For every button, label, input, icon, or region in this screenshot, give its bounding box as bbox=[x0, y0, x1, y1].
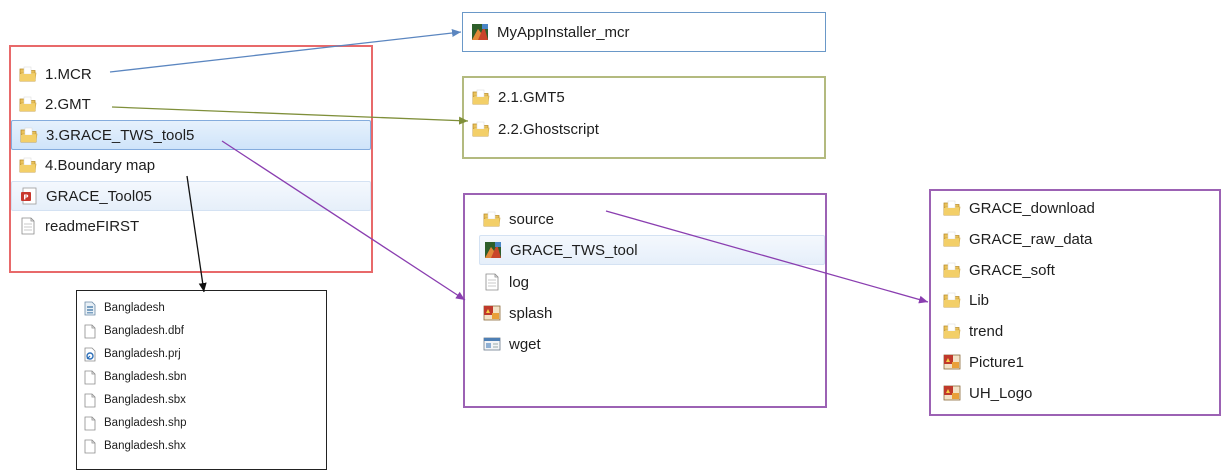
item-label: Bangladesh bbox=[104, 302, 165, 314]
matlab-app-icon bbox=[484, 241, 502, 259]
file-item-bangladesh-dbf[interactable]: Bangladesh.dbf bbox=[77, 319, 326, 343]
item-label: GRACE_soft bbox=[969, 261, 1055, 279]
item-label: trend bbox=[969, 322, 1004, 340]
folder-item-ghostscript[interactable]: 2.2.Ghostscript bbox=[464, 115, 824, 143]
file-item-picture1[interactable]: Picture1 bbox=[931, 348, 1219, 376]
folder-item-lib[interactable]: Lib bbox=[931, 286, 1219, 314]
file-item-bangladesh-shx[interactable]: Bangladesh.shx bbox=[77, 434, 326, 458]
file-item-bangladesh[interactable]: Bangladesh bbox=[77, 296, 326, 320]
pdf-icon: P bbox=[20, 187, 38, 205]
folder-icon bbox=[943, 199, 961, 217]
file-item-splash[interactable]: splash bbox=[465, 299, 825, 327]
source-folder-panel: GRACE_download GRACE_raw_data GRACE_soft… bbox=[929, 189, 1221, 416]
item-label: Bangladesh.dbf bbox=[104, 325, 184, 337]
item-label: UH_Logo bbox=[969, 384, 1033, 402]
item-label: Lib bbox=[969, 291, 990, 309]
folder-item-gmt5[interactable]: 2.1.GMT5 bbox=[464, 83, 824, 111]
item-label: MyAppInstaller_mcr bbox=[497, 23, 630, 41]
matlab-app-icon bbox=[471, 23, 489, 41]
file-item-grace-tws-tool[interactable]: GRACE_TWS_tool bbox=[479, 235, 825, 265]
prj-file-icon bbox=[83, 347, 97, 362]
item-label: log bbox=[509, 273, 530, 291]
folder-icon bbox=[483, 210, 501, 228]
folder-icon bbox=[20, 126, 38, 144]
item-label: Bangladesh.shp bbox=[104, 417, 187, 429]
image-icon bbox=[943, 384, 961, 402]
application-icon bbox=[483, 335, 501, 353]
file-item-bangladesh-sbn[interactable]: Bangladesh.sbn bbox=[77, 365, 326, 389]
text-file-icon bbox=[483, 273, 501, 291]
item-label: source bbox=[509, 210, 555, 228]
folder-icon bbox=[472, 120, 490, 138]
mcr-folder-panel: MyAppInstaller_mcr bbox=[462, 12, 826, 52]
file-item-log[interactable]: log bbox=[465, 268, 825, 296]
file-item-readme-first[interactable]: readmeFIRST bbox=[11, 212, 371, 240]
folder-item-gmt[interactable]: 2.GMT bbox=[11, 90, 371, 118]
item-label: 4.Boundary map bbox=[45, 156, 156, 174]
item-label: splash bbox=[509, 304, 553, 322]
item-label: Picture1 bbox=[969, 353, 1025, 371]
item-label: GRACE_raw_data bbox=[969, 230, 1093, 248]
blank-file-icon bbox=[83, 416, 97, 431]
item-label: 2.GMT bbox=[45, 95, 91, 113]
folder-icon bbox=[943, 291, 961, 309]
folder-icon bbox=[19, 65, 37, 83]
blank-file-icon bbox=[83, 439, 97, 454]
item-label: wget bbox=[509, 335, 541, 353]
folder-item-trend[interactable]: trend bbox=[931, 317, 1219, 345]
folder-icon bbox=[19, 156, 37, 174]
folder-icon bbox=[19, 95, 37, 113]
item-label: Bangladesh.sbn bbox=[104, 371, 187, 383]
blank-file-icon bbox=[83, 324, 97, 339]
blank-file-icon bbox=[83, 370, 97, 385]
svg-text:P: P bbox=[23, 194, 28, 202]
item-label: 3.GRACE_TWS_tool5 bbox=[46, 126, 195, 144]
folder-icon bbox=[472, 88, 490, 106]
item-label: 2.1.GMT5 bbox=[498, 88, 565, 106]
folder-item-source[interactable]: source bbox=[465, 205, 825, 233]
item-label: Bangladesh.sbx bbox=[104, 394, 186, 406]
text-file-icon bbox=[19, 217, 37, 235]
folder-icon bbox=[943, 261, 961, 279]
item-label: GRACE_TWS_tool bbox=[510, 241, 638, 259]
file-item-grace-tool05[interactable]: P GRACE_Tool05 bbox=[11, 181, 371, 211]
item-label: 2.2.Ghostscript bbox=[498, 120, 599, 138]
folder-item-grace-soft[interactable]: GRACE_soft bbox=[931, 256, 1219, 284]
main-folder-panel: 1.MCR 2.GMT 3.GRACE_TWS_tool5 4.Boundary… bbox=[9, 45, 373, 273]
folder-item-mcr[interactable]: 1.MCR bbox=[11, 60, 371, 88]
shapefile-icon bbox=[83, 301, 97, 316]
file-item-bangladesh-sbx[interactable]: Bangladesh.sbx bbox=[77, 388, 326, 412]
folder-item-boundary-map[interactable]: 4.Boundary map bbox=[11, 151, 371, 179]
folder-item-grace-download[interactable]: GRACE_download bbox=[931, 194, 1219, 222]
file-item-wget[interactable]: wget bbox=[465, 330, 825, 358]
file-item-bangladesh-prj[interactable]: Bangladesh.prj bbox=[77, 342, 326, 366]
image-icon bbox=[943, 353, 961, 371]
image-icon bbox=[483, 304, 501, 322]
tool-folder-panel: source GRACE_TWS_tool log splash wget bbox=[463, 193, 827, 408]
boundary-folder-panel: Bangladesh Bangladesh.dbf Bangladesh.prj… bbox=[76, 290, 327, 470]
item-label: readmeFIRST bbox=[45, 217, 140, 235]
file-item-uh-logo[interactable]: UH_Logo bbox=[931, 379, 1219, 407]
item-label: Bangladesh.prj bbox=[104, 348, 181, 360]
item-label: 1.MCR bbox=[45, 65, 92, 83]
gmt-folder-panel: 2.1.GMT5 2.2.Ghostscript bbox=[462, 76, 826, 159]
folder-item-grace-raw-data[interactable]: GRACE_raw_data bbox=[931, 225, 1219, 253]
blank-file-icon bbox=[83, 393, 97, 408]
file-item-myappinstaller-mcr[interactable]: MyAppInstaller_mcr bbox=[463, 18, 825, 46]
file-item-bangladesh-shp[interactable]: Bangladesh.shp bbox=[77, 411, 326, 435]
item-label: GRACE_download bbox=[969, 199, 1095, 217]
item-label: GRACE_Tool05 bbox=[46, 187, 152, 205]
item-label: Bangladesh.shx bbox=[104, 440, 186, 452]
folder-icon bbox=[943, 230, 961, 248]
folder-item-grace-tws-tool5[interactable]: 3.GRACE_TWS_tool5 bbox=[11, 120, 371, 150]
folder-icon bbox=[943, 322, 961, 340]
